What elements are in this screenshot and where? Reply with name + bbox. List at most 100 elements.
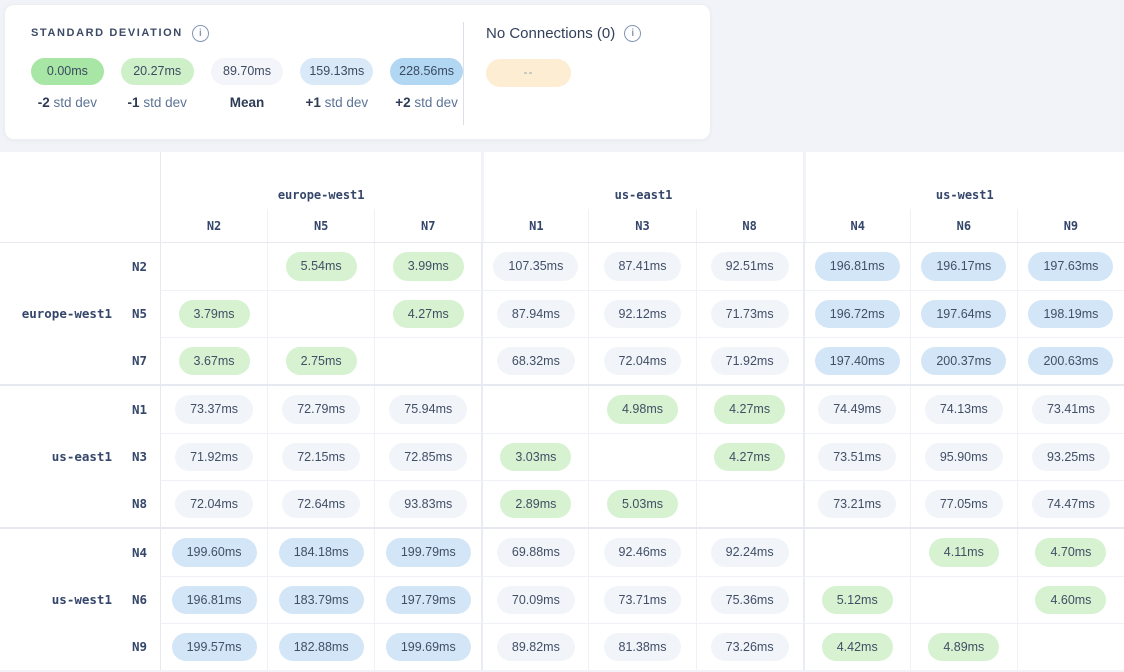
latency-pill[interactable]: 73.71ms	[604, 586, 682, 615]
latency-pill[interactable]: 72.85ms	[389, 443, 467, 472]
latency-pill[interactable]: 95.90ms	[925, 443, 1003, 472]
row-node-label: N2	[132, 259, 160, 274]
std-dev-scale-item: 228.56ms+2 std dev	[390, 58, 463, 110]
latency-pill[interactable]: 3.03ms	[500, 443, 571, 472]
row-node-label: N9	[132, 639, 160, 654]
latency-pill[interactable]: 4.27ms	[714, 395, 785, 424]
latency-pill[interactable]: 74.13ms	[925, 395, 1003, 424]
latency-pill[interactable]: 72.15ms	[282, 443, 360, 472]
latency-pill[interactable]: 200.63ms	[1028, 347, 1113, 376]
latency-pill[interactable]: 197.40ms	[815, 347, 900, 376]
latency-pill[interactable]: 3.99ms	[393, 252, 464, 281]
matrix-cell: 70.09ms	[481, 576, 588, 623]
matrix-cell: 73.71ms	[588, 576, 695, 623]
latency-pill[interactable]: 4.98ms	[607, 395, 678, 424]
matrix-cell: 197.79ms	[374, 576, 481, 623]
no-connections-legend: No Connections (0) i --	[464, 5, 710, 139]
matrix-cell: 182.88ms	[267, 623, 374, 670]
latency-pill[interactable]: 72.04ms	[175, 490, 253, 519]
latency-pill[interactable]: 4.42ms	[822, 633, 893, 662]
latency-pill[interactable]: 5.54ms	[286, 252, 357, 281]
latency-pill[interactable]: 74.49ms	[818, 395, 896, 424]
latency-pill[interactable]: 92.12ms	[604, 300, 682, 329]
latency-pill[interactable]: 68.32ms	[497, 347, 575, 376]
std-dev-scale-label: Mean	[211, 95, 284, 110]
latency-pill[interactable]: 199.69ms	[386, 633, 471, 662]
latency-pill[interactable]: 200.37ms	[921, 347, 1006, 376]
latency-pill[interactable]: 73.37ms	[175, 395, 253, 424]
latency-pill[interactable]: 2.89ms	[500, 490, 571, 519]
latency-pill[interactable]: 75.36ms	[711, 586, 789, 615]
latency-pill[interactable]: 4.11ms	[929, 538, 999, 567]
matrix-cell: 4.27ms	[696, 433, 803, 480]
matrix-cell: 73.51ms	[803, 433, 910, 480]
latency-pill[interactable]: 70.09ms	[497, 586, 575, 615]
info-icon[interactable]: i	[192, 25, 209, 42]
std-dev-scale-item: 89.70msMean	[211, 58, 284, 110]
latency-pill[interactable]: 72.64ms	[282, 490, 360, 519]
matrix-cell: 77.05ms	[910, 480, 1017, 527]
latency-pill[interactable]: 75.94ms	[389, 395, 467, 424]
latency-pill[interactable]: 198.19ms	[1028, 300, 1113, 329]
latency-pill[interactable]: 4.70ms	[1035, 538, 1106, 567]
matrix-cell: 73.41ms	[1017, 386, 1124, 433]
latency-pill[interactable]: 199.57ms	[172, 633, 257, 662]
latency-pill[interactable]: 5.03ms	[607, 490, 678, 519]
latency-pill[interactable]: 71.92ms	[175, 443, 253, 472]
matrix-cell: 71.92ms	[696, 337, 803, 384]
latency-pill[interactable]: 182.88ms	[279, 633, 364, 662]
std-dev-scale-item: 0.00ms-2 std dev	[31, 58, 104, 110]
latency-pill[interactable]: 196.81ms	[815, 252, 900, 281]
latency-pill[interactable]: 89.82ms	[497, 633, 575, 662]
latency-pill[interactable]: 184.18ms	[279, 538, 364, 567]
latency-pill[interactable]: 74.47ms	[1032, 490, 1110, 519]
latency-pill[interactable]: 93.25ms	[1032, 443, 1110, 472]
column-group-region-label: europe-west1	[160, 152, 481, 209]
row-group-header: europe-west1N2N5N7	[0, 243, 160, 384]
latency-pill[interactable]: 2.75ms	[286, 347, 357, 376]
latency-pill[interactable]: 4.89ms	[928, 633, 999, 662]
matrix-cell: 81.38ms	[588, 623, 695, 670]
latency-pill[interactable]: 71.73ms	[711, 300, 789, 329]
self-cell	[696, 480, 803, 527]
latency-pill[interactable]: 69.88ms	[497, 538, 575, 567]
self-cell	[160, 243, 267, 290]
latency-pill[interactable]: 87.94ms	[497, 300, 575, 329]
row-node-label: N8	[132, 496, 160, 511]
latency-pill[interactable]: 92.24ms	[711, 538, 789, 567]
latency-pill[interactable]: 4.60ms	[1035, 586, 1106, 615]
latency-pill[interactable]: 183.79ms	[279, 586, 364, 615]
latency-pill[interactable]: 71.92ms	[711, 347, 789, 376]
latency-pill[interactable]: 197.63ms	[1028, 252, 1113, 281]
latency-pill[interactable]: 3.67ms	[179, 347, 250, 376]
latency-pill[interactable]: 77.05ms	[925, 490, 1003, 519]
latency-pill[interactable]: 4.27ms	[393, 300, 464, 329]
latency-pill[interactable]: 196.81ms	[172, 586, 257, 615]
latency-pill[interactable]: 197.64ms	[921, 300, 1006, 329]
latency-pill[interactable]: 92.46ms	[604, 538, 682, 567]
latency-pill[interactable]: 87.41ms	[604, 252, 682, 281]
latency-pill[interactable]: 199.79ms	[386, 538, 471, 567]
latency-pill[interactable]: 196.72ms	[815, 300, 900, 329]
latency-pill[interactable]: 197.79ms	[386, 586, 471, 615]
matrix-row-group: europe-west1N2N5N7 5.54ms 3.99ms 107.35ms 87…	[0, 243, 1124, 384]
latency-pill[interactable]: 196.17ms	[921, 252, 1006, 281]
latency-pill[interactable]: 73.21ms	[818, 490, 896, 519]
matrix-cell: 73.21ms	[803, 480, 910, 527]
latency-pill[interactable]: 73.41ms	[1032, 395, 1110, 424]
latency-pill[interactable]: 93.83ms	[389, 490, 467, 519]
latency-pill[interactable]: 72.79ms	[282, 395, 360, 424]
latency-pill[interactable]: 73.51ms	[818, 443, 896, 472]
latency-pill[interactable]: 3.79ms	[179, 300, 250, 329]
latency-pill[interactable]: 107.35ms	[493, 252, 578, 281]
latency-pill[interactable]: 199.60ms	[172, 538, 257, 567]
latency-pill[interactable]: 73.26ms	[711, 633, 789, 662]
info-icon[interactable]: i	[624, 25, 641, 42]
latency-pill[interactable]: 5.12ms	[822, 586, 893, 615]
latency-pill[interactable]: 4.27ms	[714, 443, 785, 472]
latency-pill[interactable]: 81.38ms	[604, 633, 682, 662]
latency-pill[interactable]: 92.51ms	[711, 252, 789, 281]
matrix-cell: 199.57ms	[160, 623, 267, 670]
latency-pill[interactable]: 72.04ms	[604, 347, 682, 376]
matrix-cell: 183.79ms	[267, 576, 374, 623]
